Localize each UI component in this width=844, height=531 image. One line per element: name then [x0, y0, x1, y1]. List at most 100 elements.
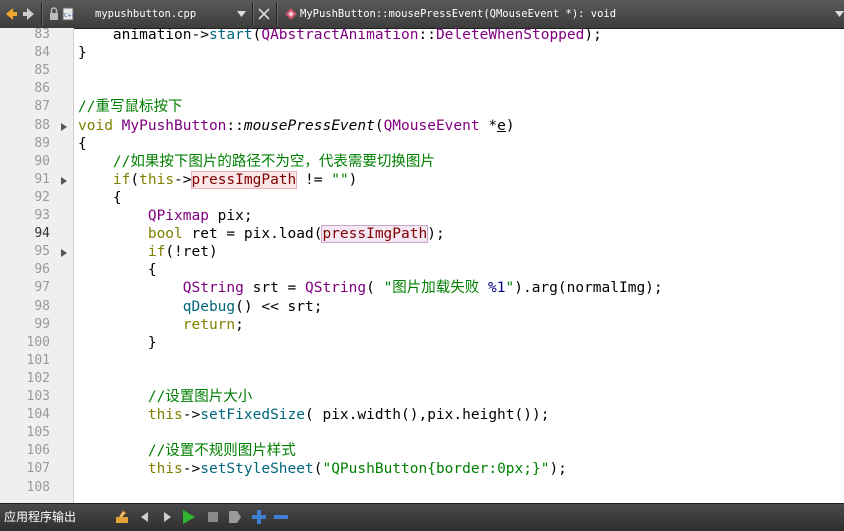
code-token: this	[139, 171, 175, 188]
code-line[interactable]: {	[78, 261, 157, 279]
code-line[interactable]: if(this->pressImgPath != "")	[78, 170, 357, 189]
code-token: start	[208, 28, 253, 43]
stop-icon[interactable]	[205, 509, 221, 525]
function-selector[interactable]: MyPushButton::mousePressEvent(QMouseEven…	[280, 4, 844, 24]
lock-icon[interactable]	[48, 4, 60, 24]
code-token: QMouseEvent	[383, 117, 480, 134]
next-icon[interactable]	[159, 509, 175, 525]
code-token: !=	[296, 171, 332, 188]
code-line[interactable]: QString srt = QString( "图片加载失败 %1").arg(…	[78, 279, 663, 297]
code-token: ;	[235, 316, 244, 333]
run-icon[interactable]	[180, 509, 196, 525]
code-token: (	[374, 117, 384, 134]
back-arrow-icon[interactable]	[4, 4, 18, 24]
code-token: }	[78, 45, 87, 62]
fold-marker-icon[interactable]	[61, 176, 67, 185]
code-line[interactable]: this->setStyleSheet("QPushButton{border:…	[78, 460, 567, 478]
code-token: *	[479, 117, 498, 134]
code-token: )	[505, 117, 515, 134]
line-number: 102	[26, 370, 50, 386]
code-token: ""	[331, 171, 349, 188]
code-token: ::	[226, 117, 244, 134]
code-token: );	[427, 226, 445, 243]
line-number: 92	[34, 189, 50, 205]
code-line[interactable]: qDebug() << srt;	[78, 298, 323, 316]
code-token: pressImgPath	[321, 225, 429, 244]
line-number: 95	[34, 244, 50, 260]
line-number: 89	[34, 135, 50, 151]
code-token: setFixedSize	[200, 407, 305, 424]
code-token: QString	[304, 280, 367, 297]
code-token: setStyleSheet	[200, 461, 314, 478]
line-number: 100	[26, 334, 50, 350]
code-line[interactable]: //设置图片大小	[78, 388, 252, 406]
zoom-in-icon[interactable]	[251, 509, 267, 525]
code-token: ( pix.width(),pix.height());	[305, 407, 550, 424]
code-line[interactable]: if(!ret)	[78, 243, 218, 261]
code-token: pressImgPath	[190, 170, 298, 189]
code-line[interactable]: }	[78, 44, 87, 62]
code-editor[interactable]: animation->start(QAbstractAnimation::Del…	[74, 28, 844, 503]
clear-output-icon[interactable]	[114, 509, 130, 525]
code-token: (	[366, 280, 384, 297]
code-token: //如果按下图片的路径不为空，代表需要切换图片	[78, 153, 435, 170]
line-number: 88	[34, 117, 50, 133]
code-token: () << srt;	[235, 298, 323, 315]
code-token: if	[147, 244, 166, 261]
code-token: //设置图片大小	[78, 389, 253, 405]
code-token: }	[78, 334, 157, 351]
code-line[interactable]: {	[78, 189, 122, 207]
code-token: "QPushButton{border:0px;}"	[322, 461, 550, 478]
code-line[interactable]: QPixmap pix;	[78, 207, 253, 225]
chevron-down-icon	[835, 11, 844, 17]
close-icon[interactable]	[256, 4, 272, 24]
output-pane-toolbar: 应用程序输出	[0, 503, 844, 531]
code-line[interactable]: //重写鼠标按下	[78, 98, 182, 116]
code-token: pix;	[208, 208, 253, 224]
code-token: %1	[488, 280, 506, 297]
code-token: {	[78, 189, 122, 206]
previous-icon[interactable]	[137, 509, 153, 525]
function-name: MyPushButton::mousePressEvent(QMouseEven…	[300, 8, 617, 20]
code-line[interactable]: animation->start(QAbstractAnimation::Del…	[78, 28, 602, 44]
code-line[interactable]: this->setFixedSize( pix.width(),pix.heig…	[78, 406, 550, 424]
code-token: ).arg(normalImg);	[514, 280, 663, 297]
fold-marker-icon[interactable]	[61, 249, 67, 258]
line-number: 83	[34, 28, 50, 42]
fold-marker-icon[interactable]	[61, 122, 67, 131]
code-token: ret = pix.load(	[182, 226, 323, 243]
code-line[interactable]: {	[78, 135, 87, 153]
application-output-label[interactable]: 应用程序输出	[4, 509, 76, 526]
code-line[interactable]: return;	[78, 316, 244, 334]
file-selector[interactable]: mypushbutton.cpp	[73, 4, 251, 24]
attach-icon[interactable]	[227, 509, 243, 525]
zoom-out-icon[interactable]	[273, 509, 289, 525]
code-line[interactable]: //如果按下图片的路径不为空，代表需要切换图片	[78, 153, 435, 171]
code-token: MyPushButton	[121, 117, 227, 134]
code-line[interactable]: //设置不规则图片样式	[78, 442, 296, 460]
code-token: );	[549, 461, 567, 478]
code-token: this	[147, 407, 183, 424]
line-number: 90	[34, 153, 50, 169]
code-line[interactable]: void MyPushButton::mousePressEvent(QMous…	[78, 117, 515, 135]
code-token: return	[182, 316, 236, 333]
code-token: void	[78, 117, 113, 134]
code-line[interactable]: }	[78, 334, 157, 352]
code-token: ::	[418, 28, 436, 43]
forward-arrow-icon[interactable]	[22, 4, 36, 24]
code-token: ->	[182, 461, 201, 478]
code-token: (	[130, 171, 140, 188]
code-token: "	[505, 280, 515, 297]
code-line[interactable]: bool ret = pix.load(pressImgPath);	[78, 225, 445, 244]
code-token: mousePressEvent	[243, 117, 375, 134]
code-token: qDebug	[182, 298, 236, 315]
method-icon	[285, 8, 297, 20]
line-number: 99	[34, 316, 50, 332]
code-token: QPixmap	[147, 208, 209, 224]
